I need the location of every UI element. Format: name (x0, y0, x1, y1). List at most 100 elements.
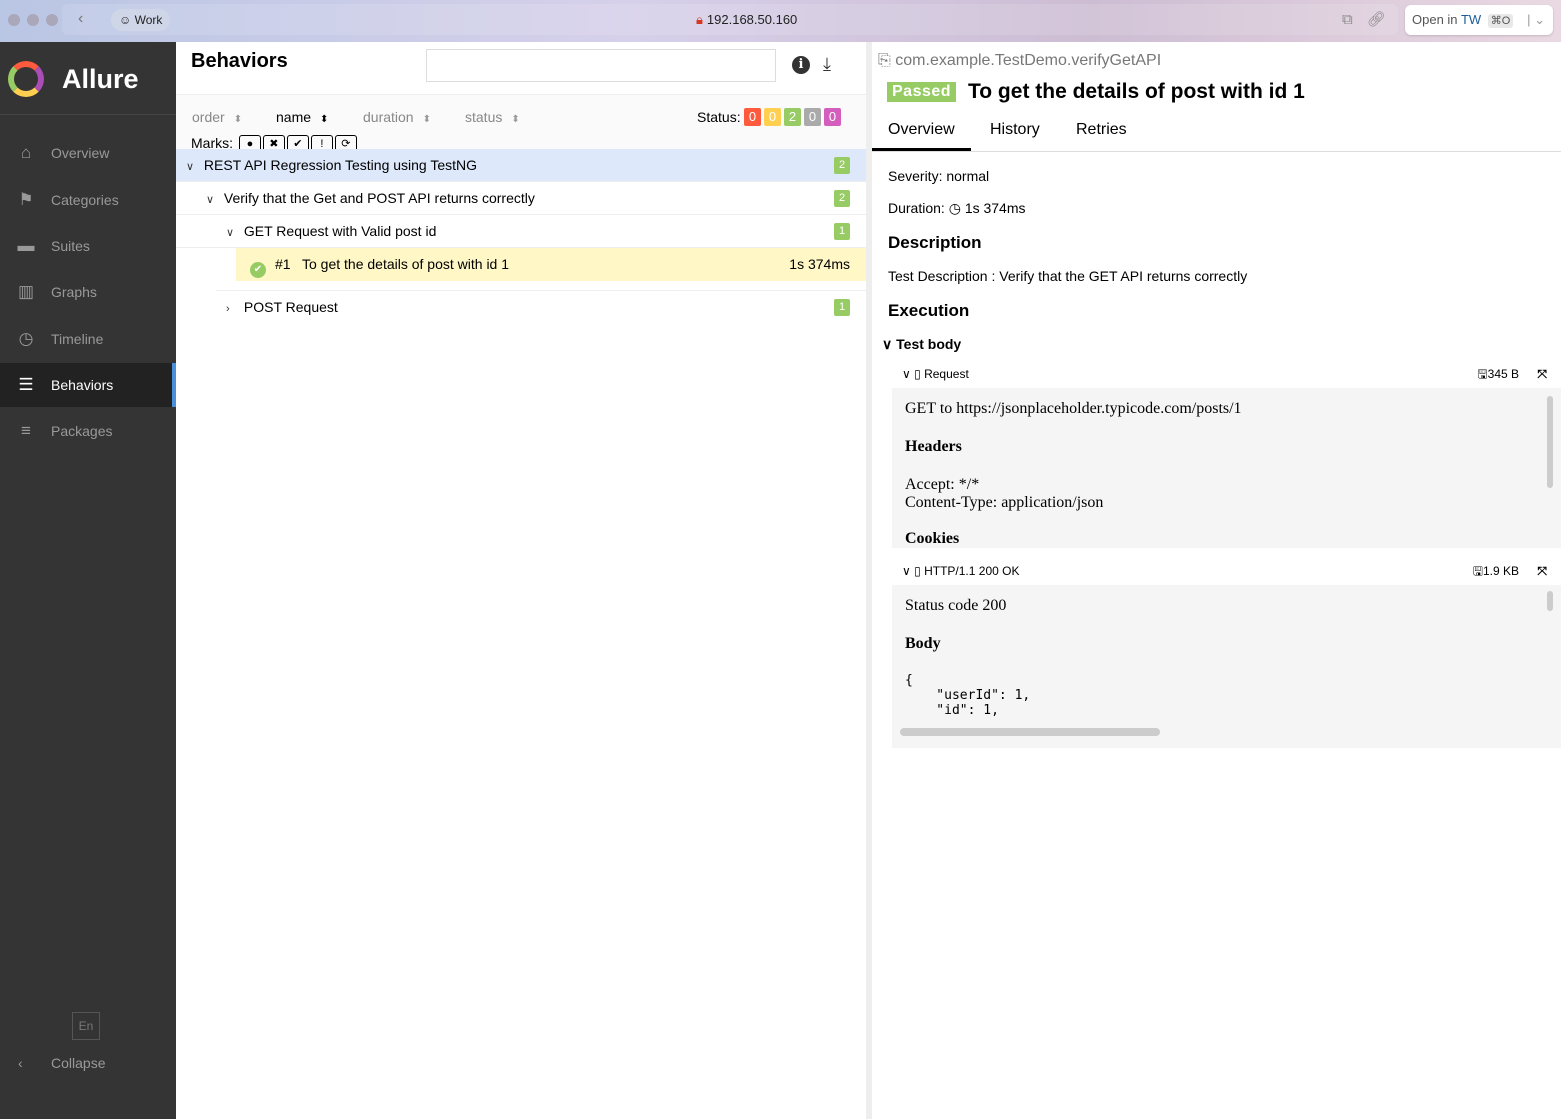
url[interactable]: 🔒︎ 192.168.50.160 (696, 12, 797, 28)
chevron-down-icon: ∨ (206, 194, 215, 206)
expand-icon[interactable]: ⤧ (1537, 360, 1547, 388)
open-in-app: TW (1460, 12, 1482, 27)
sidebar-item-label: Categories (51, 192, 119, 208)
test-body-toggle[interactable]: ∨ Test body (882, 336, 961, 353)
sidebar-item-suites[interactable]: ▬ Suites (0, 224, 176, 268)
chevron-down-icon: ∨ (882, 336, 893, 352)
body-heading: Body (905, 635, 941, 652)
brand-name: Allure (62, 64, 139, 94)
test-order: #1 (275, 256, 291, 272)
header-line: Accept: */* (905, 476, 980, 493)
link-icon[interactable]: 🔗︎ (1367, 11, 1400, 28)
sort-duration[interactable]: duration ⬍ (363, 109, 431, 125)
tab-history[interactable]: History (990, 121, 1040, 139)
chevron-down-icon: ∨ (186, 161, 195, 173)
status-skipped-toggle[interactable]: 0 (804, 108, 821, 126)
align-left-icon: ≡ (21, 421, 31, 440)
chevron-left-icon: ‹ (18, 1055, 23, 1071)
back-icon[interactable]: ‹ (78, 10, 83, 28)
sidebar-item-label: Overview (51, 145, 110, 161)
attachment-content: GET to https://jsonplaceholder.typicode.… (892, 388, 1561, 548)
expand-icon[interactable]: ⤧ (1537, 557, 1547, 585)
status-unknown-toggle[interactable]: 0 (824, 108, 841, 126)
save-icon: 🖫︎ (1477, 367, 1488, 381)
save-icon: 🖫︎ (1472, 564, 1483, 578)
vertical-scrollbar[interactable] (1547, 591, 1553, 611)
duration-value: 1s 374ms (964, 200, 1026, 216)
chevron-down-icon: ∨ (902, 367, 911, 381)
status-broken-toggle[interactable]: 0 (764, 108, 781, 126)
page-title: Behaviors (191, 50, 288, 72)
cookies-heading: Cookies (905, 530, 960, 547)
tree-node-epic[interactable]: ∨ REST API Regression Testing using Test… (176, 149, 866, 182)
status-failed-toggle[interactable]: 0 (744, 108, 761, 126)
node-name: POST Request (243, 299, 338, 315)
detail-tabs: Overview History Retries (872, 112, 1561, 152)
briefcase-icon: ▬ (17, 236, 35, 255)
sort-label: duration (363, 109, 414, 125)
file-icon: ▯ (914, 367, 921, 381)
sidebar-item-packages[interactable]: ≡ Packages (0, 409, 176, 453)
sidebar-item-label: Timeline (51, 331, 104, 347)
status-passed-toggle[interactable]: 2 (784, 108, 801, 126)
chevron-down-icon[interactable]: | ⌄ (1527, 5, 1545, 35)
sidebar: Allure ⌂ Overview ⚑ Categories ▬ Suites ▥ Gr… (0, 42, 176, 1119)
test-title: To get the details of post with id 1 (968, 80, 1305, 103)
test-case-row[interactable]: ✔ #1 To get the details of post with id 1… (236, 248, 866, 281)
vertical-scrollbar[interactable] (1547, 396, 1553, 488)
test-full-name: ⎘ com.example.TestDemo.verifyGetAPI (878, 52, 1161, 70)
header-line: Content-Type: application/json (905, 494, 1104, 511)
sidebar-item-timeline[interactable]: ◷ Timeline (0, 317, 176, 361)
node-count: 2 (834, 190, 850, 207)
test-details-pane: ⎘ com.example.TestDemo.verifyGetAPI Pass… (872, 42, 1561, 1119)
duration-label: Duration: (888, 200, 945, 216)
node-name: REST API Regression Testing using TestNG (203, 157, 478, 173)
tree-node-story[interactable]: ∨ GET Request with Valid post id 1 (176, 215, 866, 248)
sort-label: status (465, 109, 503, 125)
sort-label: order (192, 109, 225, 125)
horizontal-scrollbar[interactable] (900, 728, 1160, 736)
node-count: 1 (834, 223, 850, 240)
node-count: 1 (834, 299, 850, 316)
profile-pill[interactable]: ☺ Work (111, 9, 171, 31)
sidebar-item-overview[interactable]: ⌂ Overview (0, 131, 176, 175)
bar-chart-icon: ▥ (17, 282, 35, 301)
collapse-button[interactable]: ‹ Collapse (0, 1050, 176, 1076)
attachment-header[interactable]: ∨ ▯ HTTP/1.1 200 OK 🖫︎1.9 KB ⤧ (892, 557, 1561, 585)
copy-icon[interactable]: ⎘ (878, 52, 891, 69)
behaviors-tree: ∨ REST API Regression Testing using Test… (176, 149, 866, 324)
test-name: To get the details of post with id 1 (302, 256, 510, 272)
clock-icon: ◷ (948, 200, 961, 216)
sidebar-item-graphs[interactable]: ▥ Graphs (0, 270, 176, 314)
sort-status[interactable]: status ⬍ (465, 109, 520, 125)
sidebar-item-categories[interactable]: ⚑ Categories (0, 178, 176, 222)
tab-overview[interactable]: Overview (872, 121, 971, 151)
attachment-size: 1.9 KB (1482, 564, 1519, 578)
sort-order[interactable]: order ⬍ (192, 109, 242, 125)
language-button[interactable]: En (72, 1012, 100, 1040)
passed-icon: ✔ (250, 262, 266, 278)
tree-toolbar: order ⬍ name ⬍ duration ⬍ status ⬍ Status: 0… (176, 94, 866, 154)
description-heading: Description (888, 233, 982, 252)
response-body: { "userId": 1, "id": 1, (905, 673, 1031, 718)
flag-icon: ⚑ (18, 190, 34, 209)
attachment-response: ∨ ▯ HTTP/1.1 200 OK 🖫︎1.9 KB ⤧ Status code… (892, 557, 1561, 748)
chevron-down-icon: ∨ (902, 564, 911, 578)
attachment-request: ∨ ▯ Request 🖫︎345 B ⤧ GET to https://jsonp… (892, 360, 1561, 548)
info-icon[interactable]: i (792, 56, 810, 74)
clock-icon: ◷ (18, 329, 34, 348)
severity: Severity: normal (888, 168, 990, 184)
open-in-button[interactable]: Open in TW ⌘O | ⌄ (1405, 5, 1553, 35)
extension-icon[interactable]: ⧉ (1342, 11, 1367, 28)
tab-retries[interactable]: Retries (1076, 121, 1127, 139)
sort-name[interactable]: name ⬍ (276, 109, 328, 125)
sidebar-item-label: Graphs (51, 284, 97, 300)
tree-node-feature[interactable]: ∨ Verify that the Get and POST API retur… (176, 182, 866, 215)
sidebar-item-behaviors[interactable]: ☰ Behaviors (0, 363, 176, 407)
attachment-size: 345 B (1487, 367, 1519, 381)
search-input[interactable] (426, 49, 776, 82)
download-icon[interactable]: ⤓ (823, 54, 831, 75)
attachment-header[interactable]: ∨ ▯ Request 🖫︎345 B ⤧ (892, 360, 1561, 388)
sort-label: name (276, 109, 312, 125)
tree-node-story[interactable]: › POST Request 1 (176, 291, 866, 324)
